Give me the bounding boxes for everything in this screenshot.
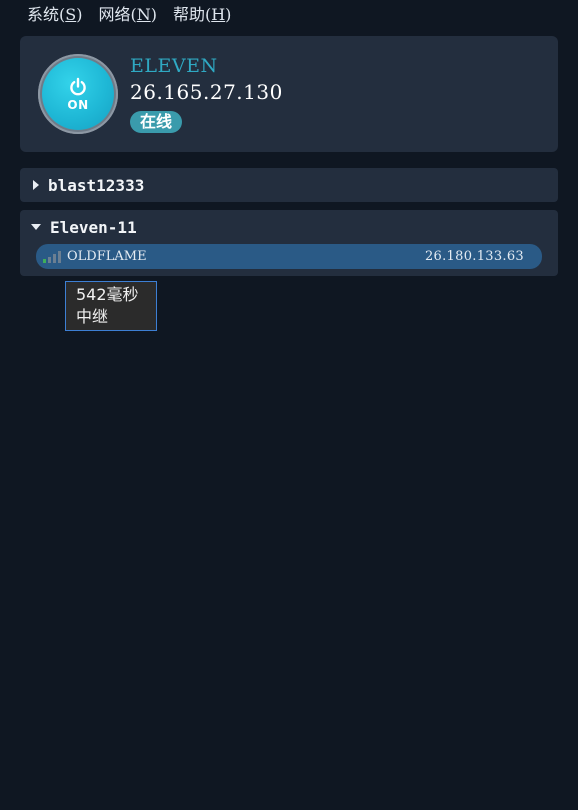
peer-name: OLDFLAME: [67, 249, 147, 264]
network-group-name: blast12333: [48, 175, 145, 195]
peer-row[interactable]: OLDFLAME 26.180.133.63: [36, 244, 542, 269]
tooltip-latency: 542毫秒: [76, 285, 139, 304]
power-icon: [70, 77, 86, 95]
menu-help[interactable]: 帮助(H): [173, 1, 231, 25]
status-card: ON ELEVEN 26.165.27.130 在线: [20, 36, 558, 152]
network-group-blast12333: blast12333: [20, 168, 558, 202]
peer-tooltip: 542毫秒 中继: [65, 281, 157, 331]
network-group-name: Eleven-11: [50, 217, 137, 237]
menu-help-mnemonic: H: [211, 5, 226, 24]
status-badge: 在线: [130, 111, 183, 133]
menu-network-label: 网络(: [98, 5, 137, 24]
signal-strength-icon: [43, 250, 61, 263]
power-button[interactable]: ON: [42, 58, 114, 130]
menu-network[interactable]: 网络(N): [98, 1, 157, 25]
device-name: ELEVEN: [130, 55, 218, 77]
menu-help-label: 帮助(: [172, 5, 212, 24]
menu-bar: 系统(S) 网络(N) 帮助(H): [0, 0, 578, 26]
menu-system-mnemonic: S: [65, 5, 77, 24]
menu-system-suffix: ): [76, 5, 83, 24]
device-ip: 26.165.27.130: [130, 80, 283, 104]
tooltip-route: 中继: [76, 307, 109, 326]
menu-network-suffix: ): [150, 5, 157, 24]
network-group-eleven-11: Eleven-11 OLDFLAME 26.180.133.63: [20, 210, 558, 276]
network-group-header[interactable]: blast12333: [20, 168, 558, 202]
power-label: ON: [67, 97, 89, 112]
menu-system[interactable]: 系统(S): [27, 1, 82, 25]
caret-right-icon: [33, 180, 39, 190]
menu-help-suffix: ): [225, 5, 232, 24]
menu-system-label: 系统(: [27, 5, 66, 24]
peer-ip: 26.180.133.63: [424, 249, 524, 264]
caret-down-icon: [31, 224, 41, 230]
network-group-header[interactable]: Eleven-11: [20, 210, 558, 244]
menu-network-mnemonic: N: [136, 5, 151, 24]
